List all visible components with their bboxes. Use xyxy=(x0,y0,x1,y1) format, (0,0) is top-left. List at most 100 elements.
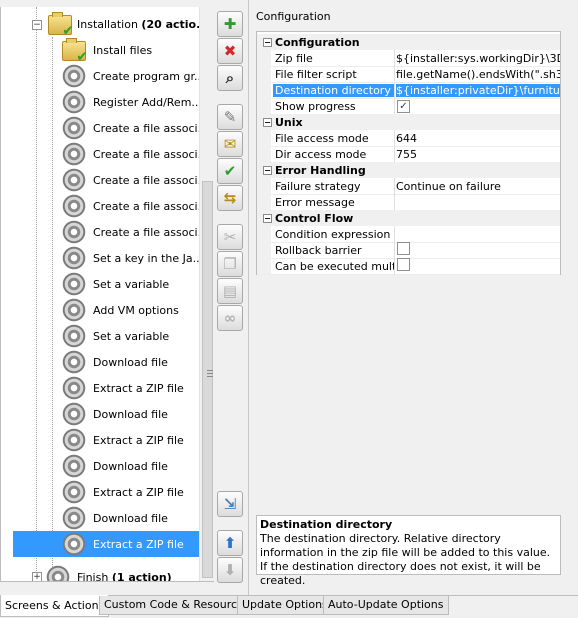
property-row[interactable]: Show progress ✓ xyxy=(257,98,560,115)
property-checkbox[interactable]: ✓ xyxy=(396,99,560,113)
splitter[interactable] xyxy=(248,0,249,595)
move-to-button[interactable]: ⇲ xyxy=(217,491,243,517)
scrollbar-thumb[interactable] xyxy=(202,181,213,578)
folder-check-icon: ✔ xyxy=(62,38,88,64)
tree-item-label: Download file xyxy=(93,459,168,473)
property-row[interactable]: Zip file ${installer:sys.workingDir}\3D..… xyxy=(257,50,560,67)
expand-icon[interactable]: + xyxy=(32,572,42,581)
tree-item[interactable]: Create a file associ... xyxy=(1,219,214,245)
tree-item[interactable]: Extract a ZIP file xyxy=(13,531,214,557)
property-row[interactable]: Error message xyxy=(257,194,560,211)
property-value[interactable]: ${installer:privateDir}\furniture xyxy=(396,83,560,97)
tree-group-finish[interactable]: + Finish (1 action) xyxy=(1,564,214,581)
gear-icon xyxy=(62,480,86,504)
checkbox-icon[interactable]: ✓ xyxy=(397,100,410,113)
tree-item[interactable]: Create a file associ... xyxy=(1,141,214,167)
cut-button[interactable]: ✂ xyxy=(217,224,243,250)
tree-item[interactable]: Extract a ZIP file xyxy=(1,375,214,401)
tree-item[interactable]: Create a file associ... xyxy=(1,115,214,141)
check-button[interactable]: ✔ xyxy=(217,158,243,184)
tree-item[interactable]: Add VM options xyxy=(1,297,214,323)
property-row[interactable]: Can be executed mult... xyxy=(257,258,560,275)
property-checkbox[interactable] xyxy=(396,258,560,274)
category-label: Unix xyxy=(275,115,303,129)
property-category[interactable]: − Unix xyxy=(257,114,560,130)
tab-update-options[interactable]: Update Options xyxy=(237,596,333,615)
tree-item-label: Download file xyxy=(93,355,168,369)
gear-icon xyxy=(46,565,70,581)
property-name: Zip file xyxy=(275,51,313,65)
action-tree[interactable]: − ✔ Installation (20 actio... ✔ Install f… xyxy=(0,7,214,582)
property-row[interactable]: Failure strategy Continue on failure xyxy=(257,178,560,195)
tree-item[interactable]: Create a file associ... xyxy=(1,167,214,193)
reorder-button[interactable]: ⇆ xyxy=(217,185,243,211)
property-value[interactable]: 644 xyxy=(396,132,560,145)
property-name: Show progress xyxy=(275,99,356,113)
description-text: The destination directory. Relative dire… xyxy=(260,532,551,587)
tree-item[interactable]: Download file xyxy=(1,505,214,531)
property-value[interactable]: Continue on failure xyxy=(396,180,560,193)
comment-button[interactable]: ✎ xyxy=(217,104,243,130)
tree-item[interactable]: Download file xyxy=(1,453,214,479)
tree-item[interactable]: Extract a ZIP file xyxy=(1,479,214,505)
tree-item[interactable]: Set a variable xyxy=(1,271,214,297)
property-row[interactable]: Rollback barrier xyxy=(257,242,560,259)
gear-icon xyxy=(62,246,86,270)
property-grid[interactable]: − Configuration Zip file ${installer:sys.wo… xyxy=(256,31,561,275)
property-category[interactable]: − Configuration xyxy=(257,34,560,50)
collapse-icon[interactable]: − xyxy=(32,20,42,30)
paste-button[interactable]: ▤ xyxy=(217,278,243,304)
property-category[interactable]: − Error Handling xyxy=(257,162,560,178)
collapse-icon[interactable]: − xyxy=(263,166,272,175)
tree-item-label: Create a file associ... xyxy=(93,121,209,135)
tree-item[interactable]: Set a key in the Ja... xyxy=(1,245,214,271)
property-row[interactable]: Destination directory ${installer:private… xyxy=(257,82,560,99)
property-row[interactable]: File access mode 644 xyxy=(257,130,560,147)
property-category[interactable]: − Control Flow xyxy=(257,210,560,226)
property-row[interactable]: Dir access mode 755 xyxy=(257,146,560,163)
gear-icon xyxy=(62,532,86,556)
property-row[interactable]: Condition expression xyxy=(257,226,560,243)
notes-button[interactable]: ✉ xyxy=(217,131,243,157)
configuration-title: Configuration xyxy=(256,10,331,23)
tab-screens-actions[interactable]: Screens & Actions xyxy=(0,595,110,617)
tree-item[interactable]: Set a variable xyxy=(1,323,214,349)
move-down-button[interactable]: ⬇ xyxy=(217,557,243,583)
checkbox-icon[interactable] xyxy=(397,258,410,271)
tab-custom-code-resources[interactable]: Custom Code & Resources xyxy=(99,596,255,615)
tree-item[interactable]: Download file xyxy=(1,349,214,375)
property-name: Can be executed mult... xyxy=(275,259,394,273)
gear-icon xyxy=(62,272,86,296)
checkbox-icon[interactable] xyxy=(397,242,410,255)
tree-item[interactable]: Download file xyxy=(1,401,214,427)
tree-item[interactable]: Create program gr... xyxy=(1,63,214,89)
property-value[interactable]: ${installer:sys.workingDir}\3D... xyxy=(396,52,560,65)
move-up-button[interactable]: ⬆ xyxy=(217,530,243,556)
tree-item-label: Download file xyxy=(93,511,168,525)
tree-item[interactable]: Extract a ZIP file xyxy=(1,427,214,453)
tree-group-label: Installation (20 actio... xyxy=(77,17,209,31)
property-value[interactable]: file.getName().endsWith(".sh3f") xyxy=(396,68,560,81)
description-title: Destination directory xyxy=(260,518,393,531)
tree-scrollbar[interactable] xyxy=(199,7,214,581)
collapse-icon[interactable]: − xyxy=(263,118,272,127)
tree-item-label: Set a key in the Ja... xyxy=(93,251,204,265)
collapse-icon[interactable]: − xyxy=(263,38,272,47)
property-row[interactable]: File filter script file.getName().endsWit… xyxy=(257,66,560,83)
add-button[interactable]: ✚ xyxy=(217,11,243,37)
tree-item[interactable]: ✔ Install files xyxy=(1,37,214,64)
delete-button[interactable]: ✖ xyxy=(217,38,243,64)
copy-button[interactable]: ❐ xyxy=(217,251,243,277)
find-button[interactable]: ⌕ xyxy=(217,65,243,91)
gear-icon xyxy=(62,168,86,192)
property-checkbox[interactable] xyxy=(396,242,560,258)
tree-item[interactable]: Create a file associ... xyxy=(1,193,214,219)
collapse-icon[interactable]: − xyxy=(263,214,272,223)
tree-group-installation[interactable]: − ✔ Installation (20 actio... xyxy=(1,11,214,38)
property-value[interactable]: 755 xyxy=(396,148,560,161)
tree-item-label: Register Add/Rem... xyxy=(93,95,202,109)
tree-item-label: Create a file associ... xyxy=(93,199,209,213)
tab-auto-update-options[interactable]: Auto-Update Options xyxy=(323,596,449,615)
link-button[interactable]: ∞ xyxy=(217,305,243,331)
tree-item[interactable]: Register Add/Rem... xyxy=(1,89,214,115)
